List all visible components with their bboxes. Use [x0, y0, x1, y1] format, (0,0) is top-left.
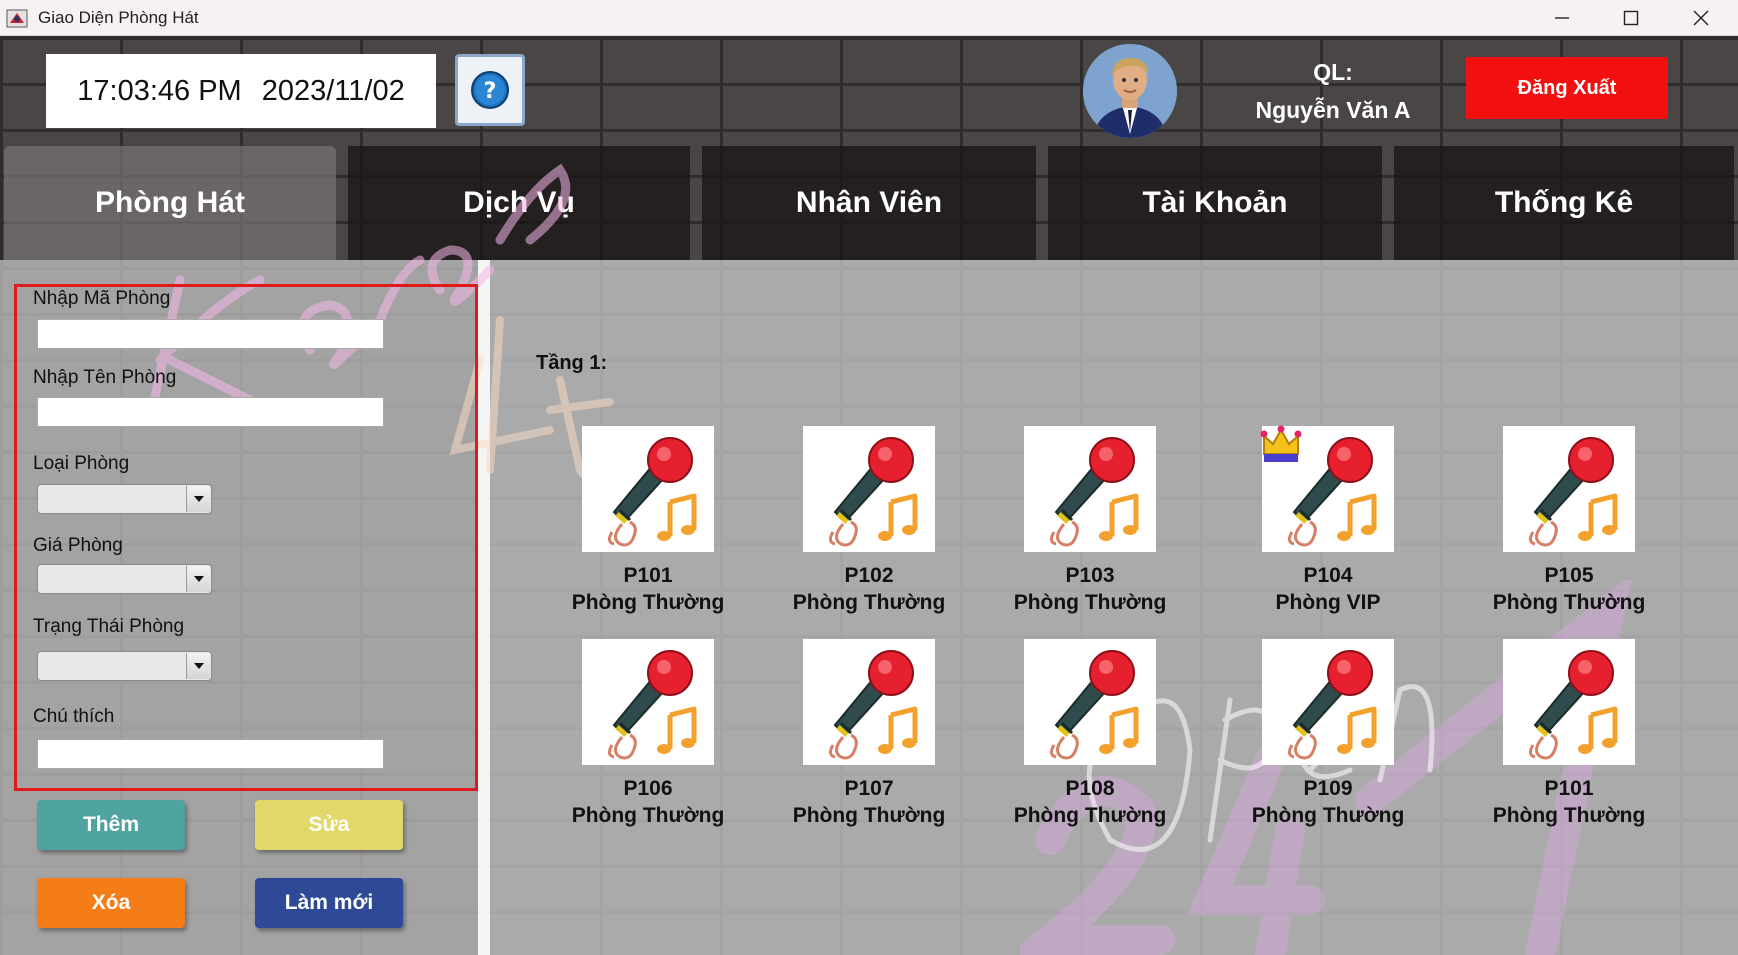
room-code: P108	[1065, 777, 1115, 800]
main-nav-tabs: Phòng Hát Dịch Vụ Nhân Viên Tài Khoản Th…	[0, 146, 1738, 260]
current-time: 17:03:46 PM	[77, 74, 242, 107]
room-card-p109[interactable]: P109 Phòng Thường	[1228, 639, 1428, 829]
logout-button[interactable]: Đăng Xuất	[1466, 57, 1668, 119]
room-card-p107[interactable]: P107 Phòng Thường	[769, 639, 969, 829]
note-input[interactable]	[37, 739, 384, 769]
room-tile[interactable]	[803, 639, 935, 765]
room-code-input[interactable]	[37, 319, 384, 349]
manager-info: QL: Nguyễn Văn A	[1228, 53, 1438, 129]
microphone-icon	[607, 437, 697, 547]
chevron-down-icon[interactable]	[186, 486, 210, 512]
room-code: P107	[844, 777, 894, 800]
crown-icon	[1260, 425, 1302, 462]
room-type-select[interactable]	[37, 484, 212, 514]
room-code: P106	[623, 777, 673, 800]
close-button[interactable]	[1666, 0, 1736, 36]
minimize-button[interactable]	[1527, 0, 1597, 36]
clock-display: 17:03:46 PM 2023/11/02	[46, 54, 436, 128]
microphone-icon	[828, 650, 918, 760]
room-code: P101	[623, 564, 673, 587]
help-icon: ?	[471, 71, 509, 109]
tab-dich-vu[interactable]: Dịch Vụ	[348, 146, 690, 260]
room-code-label: Nhập Mã Phòng	[33, 288, 171, 309]
microphone-icon	[1287, 650, 1377, 760]
room-price-select[interactable]	[37, 564, 212, 594]
chevron-down-icon[interactable]	[186, 566, 210, 592]
microphone-icon	[1528, 650, 1618, 760]
room-type: Phòng Thường	[792, 591, 946, 614]
room-type: Phòng VIP	[1275, 591, 1381, 614]
room-price-label: Giá Phòng	[33, 535, 123, 556]
manager-name: Nguyễn Văn A	[1255, 97, 1411, 123]
room-tile[interactable]	[1503, 639, 1635, 765]
room-type: Phòng Thường	[571, 591, 725, 614]
tab-tai-khoan[interactable]: Tài Khoản	[1048, 146, 1382, 260]
room-type: Phòng Thường	[571, 804, 725, 827]
room-card-p105[interactable]: P105 Phòng Thường	[1469, 426, 1669, 616]
floor-label: Tầng 1:	[536, 352, 608, 374]
microphone-icon	[1528, 437, 1618, 547]
note-label: Chú thích	[33, 706, 115, 727]
room-tile[interactable]	[582, 426, 714, 552]
add-button[interactable]: Thêm	[37, 800, 185, 850]
current-date: 2023/11/02	[261, 74, 405, 107]
room-code: P102	[844, 564, 894, 587]
microphone-icon	[607, 650, 697, 760]
room-code: P109	[1303, 777, 1353, 800]
room-card-p102[interactable]: P102 Phòng Thường	[769, 426, 969, 616]
java-app-icon	[6, 9, 28, 27]
room-card-p101[interactable]: P101 Phòng Thường	[548, 426, 748, 616]
room-tile[interactable]	[803, 426, 935, 552]
room-type: Phòng Thường	[1251, 804, 1405, 827]
tab-nhan-vien[interactable]: Nhân Viên	[702, 146, 1036, 260]
room-type-label: Loại Phòng	[33, 453, 130, 474]
chevron-down-icon[interactable]	[186, 653, 210, 679]
room-type: Phòng Thường	[792, 804, 946, 827]
maximize-button[interactable]	[1596, 0, 1666, 36]
room-type: Phòng Thường	[1492, 804, 1646, 827]
panel-divider	[478, 260, 490, 955]
microphone-icon	[1049, 437, 1139, 547]
room-tile[interactable]	[1262, 639, 1394, 765]
room-card-p101[interactable]: P101 Phòng Thường	[1469, 639, 1669, 829]
microphone-icon	[828, 437, 918, 547]
room-card-p104[interactable]: P104 Phòng VIP	[1228, 425, 1428, 616]
microphone-icon	[1049, 650, 1139, 760]
window-titlebar: Giao Diện Phòng Hát	[0, 0, 1738, 36]
room-tile[interactable]	[582, 639, 714, 765]
tab-phong-hat[interactable]: Phòng Hát	[4, 146, 336, 260]
tab-thong-ke[interactable]: Thống Kê	[1394, 146, 1734, 260]
edit-button[interactable]: Sửa	[255, 800, 403, 850]
room-type: Phòng Thường	[1013, 591, 1167, 614]
delete-button[interactable]: Xóa	[37, 878, 185, 928]
manager-avatar	[1083, 44, 1177, 138]
room-type: Phòng Thường	[1492, 591, 1646, 614]
maximize-icon	[1623, 10, 1639, 26]
manager-prefix: QL:	[1313, 59, 1353, 85]
room-code: P103	[1065, 564, 1115, 587]
minimize-icon	[1555, 17, 1569, 19]
room-card-p108[interactable]: P108 Phòng Thường	[990, 639, 1190, 829]
room-name-input[interactable]	[37, 397, 384, 427]
svg-text:?: ?	[484, 79, 497, 104]
room-tile[interactable]	[1024, 639, 1156, 765]
room-name-label: Nhập Tên Phòng	[33, 367, 177, 388]
refresh-button[interactable]: Làm mới	[255, 878, 403, 928]
room-code: P105	[1544, 564, 1594, 587]
room-card-p106[interactable]: P106 Phòng Thường	[548, 639, 748, 829]
close-icon	[1693, 10, 1709, 26]
room-code: P104	[1303, 564, 1353, 587]
room-tile[interactable]	[1260, 425, 1394, 552]
room-card-p103[interactable]: P103 Phòng Thường	[990, 426, 1190, 616]
room-tile[interactable]	[1024, 426, 1156, 552]
room-tile[interactable]	[1503, 426, 1635, 552]
room-type: Phòng Thường	[1013, 804, 1167, 827]
room-status-select[interactable]	[37, 651, 212, 681]
help-button[interactable]: ?	[455, 54, 525, 126]
room-code: P101	[1544, 777, 1594, 800]
room-status-label: Trạng Thái Phòng	[33, 616, 185, 637]
window-title: Giao Diện Phòng Hát	[38, 7, 199, 27]
